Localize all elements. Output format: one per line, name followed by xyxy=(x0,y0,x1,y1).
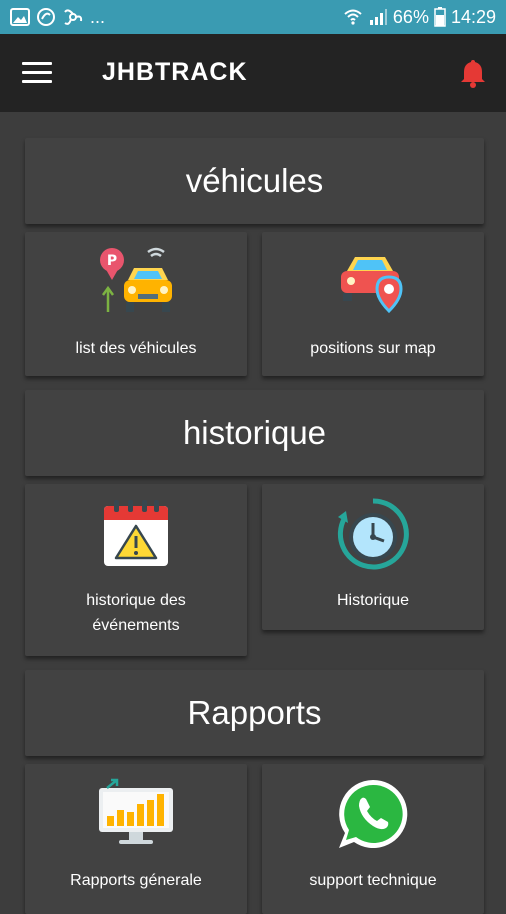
image-icon xyxy=(10,8,30,26)
battery-percent: 66% xyxy=(392,6,429,27)
tile-rapports-generale[interactable]: Rapports génerale xyxy=(25,764,247,914)
hamburger-menu-icon[interactable] xyxy=(22,62,52,84)
section-title-text: véhicules xyxy=(185,162,324,199)
app-bar: JHBTRACK xyxy=(0,34,506,112)
tile-support-technique[interactable]: support technique xyxy=(262,764,484,914)
tile-list-vehicules[interactable]: P list des véhicules xyxy=(25,232,247,376)
clock-history-icon xyxy=(333,494,413,574)
tile-label: historique des événements xyxy=(76,588,196,638)
section-title-rapports: Rapports xyxy=(25,670,484,756)
tile-label: Rapports génerale xyxy=(70,872,202,889)
wifi-icon xyxy=(343,8,363,26)
status-bar: ... 66% 14:29 xyxy=(0,0,506,34)
tile-label: support technique xyxy=(309,872,437,889)
section-title-text: historique xyxy=(182,414,327,451)
section-title-vehicules: véhicules xyxy=(25,138,484,224)
fan-icon xyxy=(62,7,84,27)
section-title-text: Rapports xyxy=(187,694,322,731)
svg-text:P: P xyxy=(107,253,117,269)
tile-historique[interactable]: Historique xyxy=(262,484,484,630)
calendar-warning-icon xyxy=(96,494,176,574)
status-time: 14:29 xyxy=(450,6,496,27)
battery-icon xyxy=(434,7,446,27)
bell-icon[interactable] xyxy=(460,58,486,88)
car-location-pin-icon xyxy=(333,242,413,322)
status-bar-left: ... xyxy=(10,7,105,28)
status-bar-right: 66% 14:29 xyxy=(343,7,496,28)
status-more: ... xyxy=(90,6,106,27)
tile-historique-evenements[interactable]: historique des événements xyxy=(25,484,247,656)
bar-chart-monitor-icon xyxy=(96,774,176,854)
vehicle-parking-icon: P xyxy=(96,242,176,322)
signal-icon xyxy=(368,8,388,26)
tile-label: list des véhicules xyxy=(75,340,197,357)
sync-icon xyxy=(36,7,56,27)
tile-positions-map[interactable]: positions sur map xyxy=(262,232,484,376)
tile-label-line2: événements xyxy=(92,617,180,634)
tile-label-line1: historique des xyxy=(86,592,186,609)
tile-label: positions sur map xyxy=(310,340,436,357)
section-title-historique: historique xyxy=(25,390,484,476)
tile-label: Historique xyxy=(336,592,410,609)
whatsapp-icon xyxy=(333,774,413,854)
app-title: JHBTRACK xyxy=(102,58,248,86)
